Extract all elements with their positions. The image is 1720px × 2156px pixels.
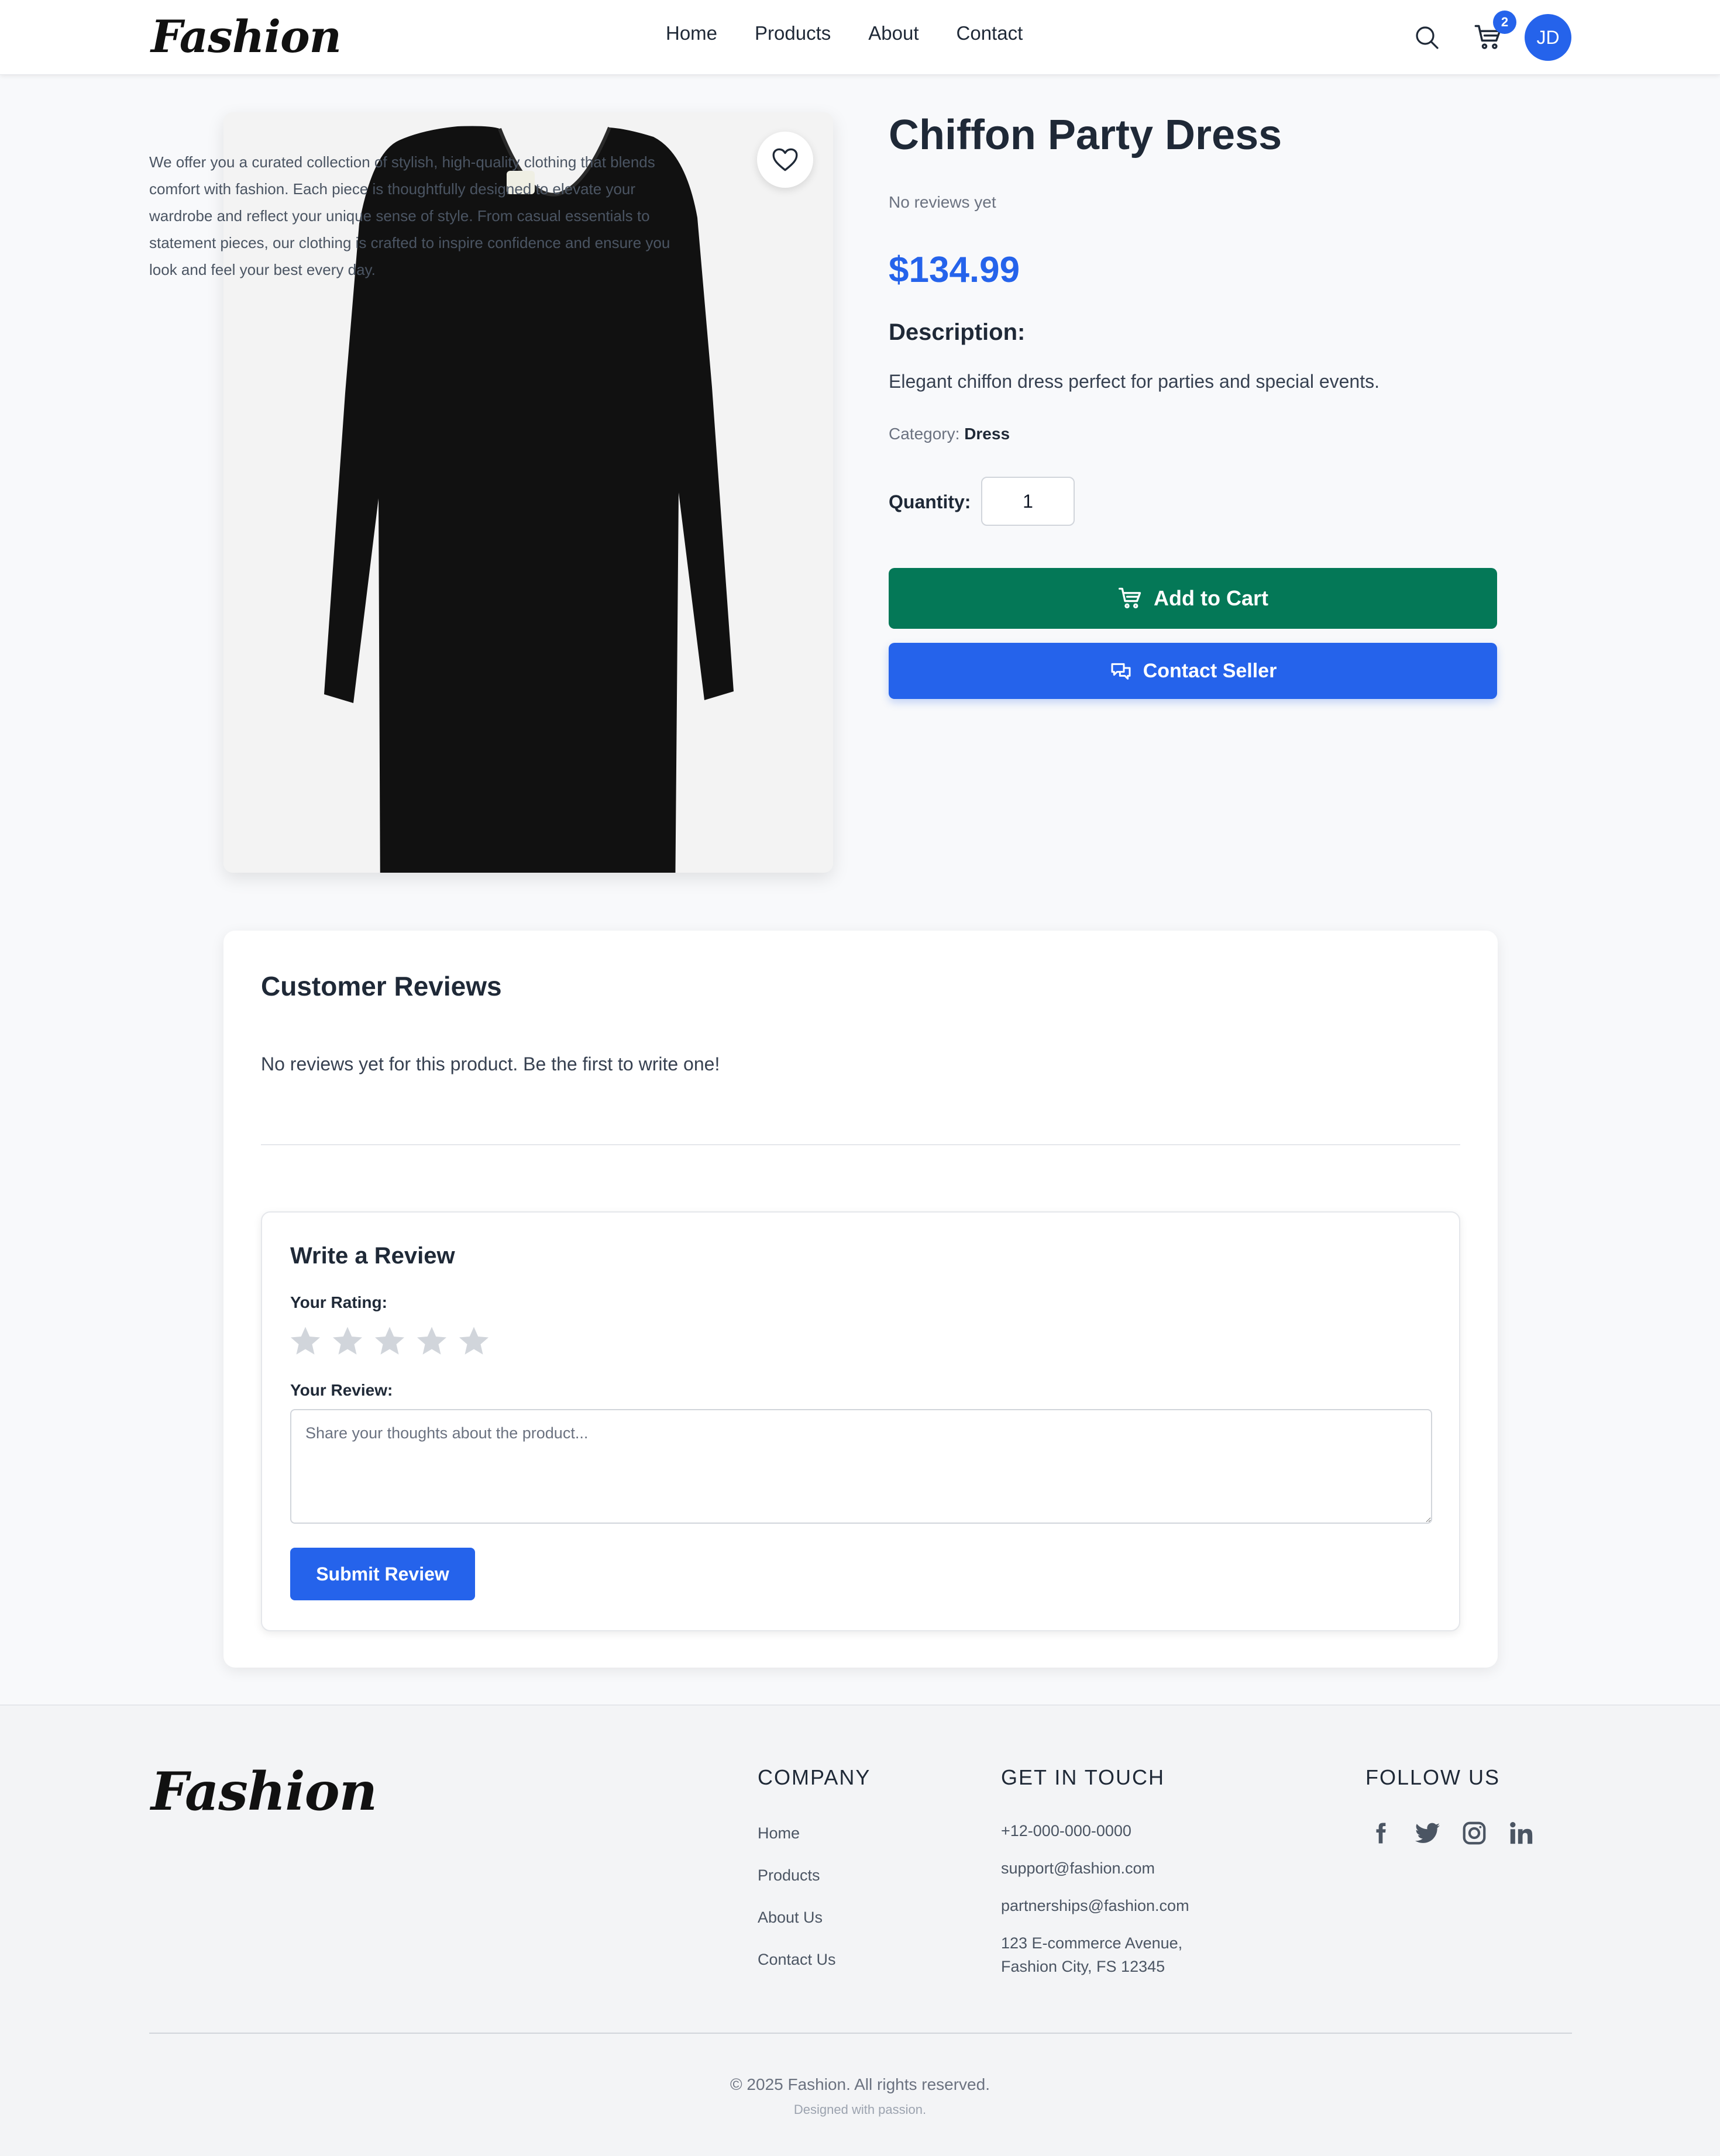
heart-icon [772,148,798,171]
review-textarea[interactable] [290,1409,1432,1524]
footer-phone: +12-000-000-0000 [1001,1822,1131,1840]
star-icon[interactable] [288,1324,323,1359]
product-title: Chiffon Party Dress [889,112,1282,159]
reviews-empty-message: No reviews yet for this product. Be the … [261,1053,720,1074]
footer-divider [149,2033,1572,2034]
star-icon[interactable] [456,1324,491,1359]
footer-partnerships-email[interactable]: partnerships@fashion.com [1001,1894,1189,1917]
divider [261,1144,1460,1145]
category-value: Dress [964,425,1010,443]
footer-copyright: © 2025 Fashion. All rights reserved. [730,2075,990,2093]
linkedin-icon[interactable] [1506,1818,1536,1848]
quantity-input[interactable] [981,477,1075,526]
search-icon[interactable] [1413,23,1441,51]
product-category: Category: Dress [889,425,1010,443]
quantity-label: Quantity: [889,491,971,512]
reviews-section: Customer Reviews No reviews yet for this… [223,931,1498,1668]
twitter-icon[interactable] [1412,1818,1443,1848]
nav-contact[interactable]: Contact [957,22,1023,44]
contact-seller-button[interactable]: Contact Seller [889,643,1497,699]
star-icon[interactable] [414,1324,449,1359]
footer-tagline: Designed with passion. [793,2102,927,2117]
footer-support-email[interactable]: support@fashion.com [1001,1857,1155,1880]
review-label: Your Review: [290,1381,393,1399]
footer-link-home[interactable]: Home [758,1824,800,1842]
footer-link-about[interactable]: About Us [758,1909,823,1927]
user-avatar[interactable]: JD [1525,14,1571,61]
reviews-title: Customer Reviews [261,971,502,1001]
nav-about[interactable]: About [868,22,919,44]
facebook-icon[interactable] [1365,1818,1396,1848]
product-price: $134.99 [889,250,1020,290]
write-review-title: Write a Review [290,1243,455,1269]
chat-icon [1111,663,1131,680]
footer-link-contact[interactable]: Contact Us [758,1951,836,1969]
star-icon[interactable] [372,1324,407,1359]
star-icon[interactable] [330,1324,365,1359]
footer-address-line2: Fashion City, FS 12345 [1001,1958,1165,1975]
footer-link-products[interactable]: Products [758,1866,820,1885]
submit-review-button[interactable]: Submit Review [290,1548,475,1600]
write-review-form: Write a Review Your Rating: Your Review:… [261,1211,1460,1631]
add-to-cart-button[interactable]: Add to Cart [889,568,1497,629]
footer-company-heading: COMPANY [758,1765,871,1789]
rating-stars [288,1324,491,1359]
site-header: Fashion Home Products About Contact 2 JD [0,0,1720,75]
footer-follow-heading: FOLLOW US [1365,1765,1501,1789]
category-label: Category: [889,425,960,443]
reviews-summary: No reviews yet [889,193,996,211]
instagram-icon[interactable] [1459,1818,1489,1848]
rating-label: Your Rating: [290,1293,387,1311]
cart-count-badge: 2 [1493,11,1516,34]
cart-icon [1119,587,1141,609]
description-heading: Description: [889,319,1026,345]
contact-seller-label: Contact Seller [1143,659,1277,682]
nav-home[interactable]: Home [666,22,717,44]
wishlist-button[interactable] [757,132,813,188]
product-description: Elegant chiffon dress perfect for partie… [889,371,1380,392]
nav-products[interactable]: Products [755,22,831,44]
footer-logo: Fashion [151,1761,377,1823]
main-nav: Home Products About Contact [666,22,1023,44]
social-links [1365,1818,1536,1848]
footer-address-line1: 123 E-commerce Avenue, [1001,1934,1183,1952]
footer-about-text: We offer you a curated collection of sty… [149,153,670,278]
add-to-cart-label: Add to Cart [1154,586,1268,610]
brand-logo[interactable]: Fashion [151,11,342,63]
footer-contact-heading: GET IN TOUCH [1001,1765,1165,1789]
